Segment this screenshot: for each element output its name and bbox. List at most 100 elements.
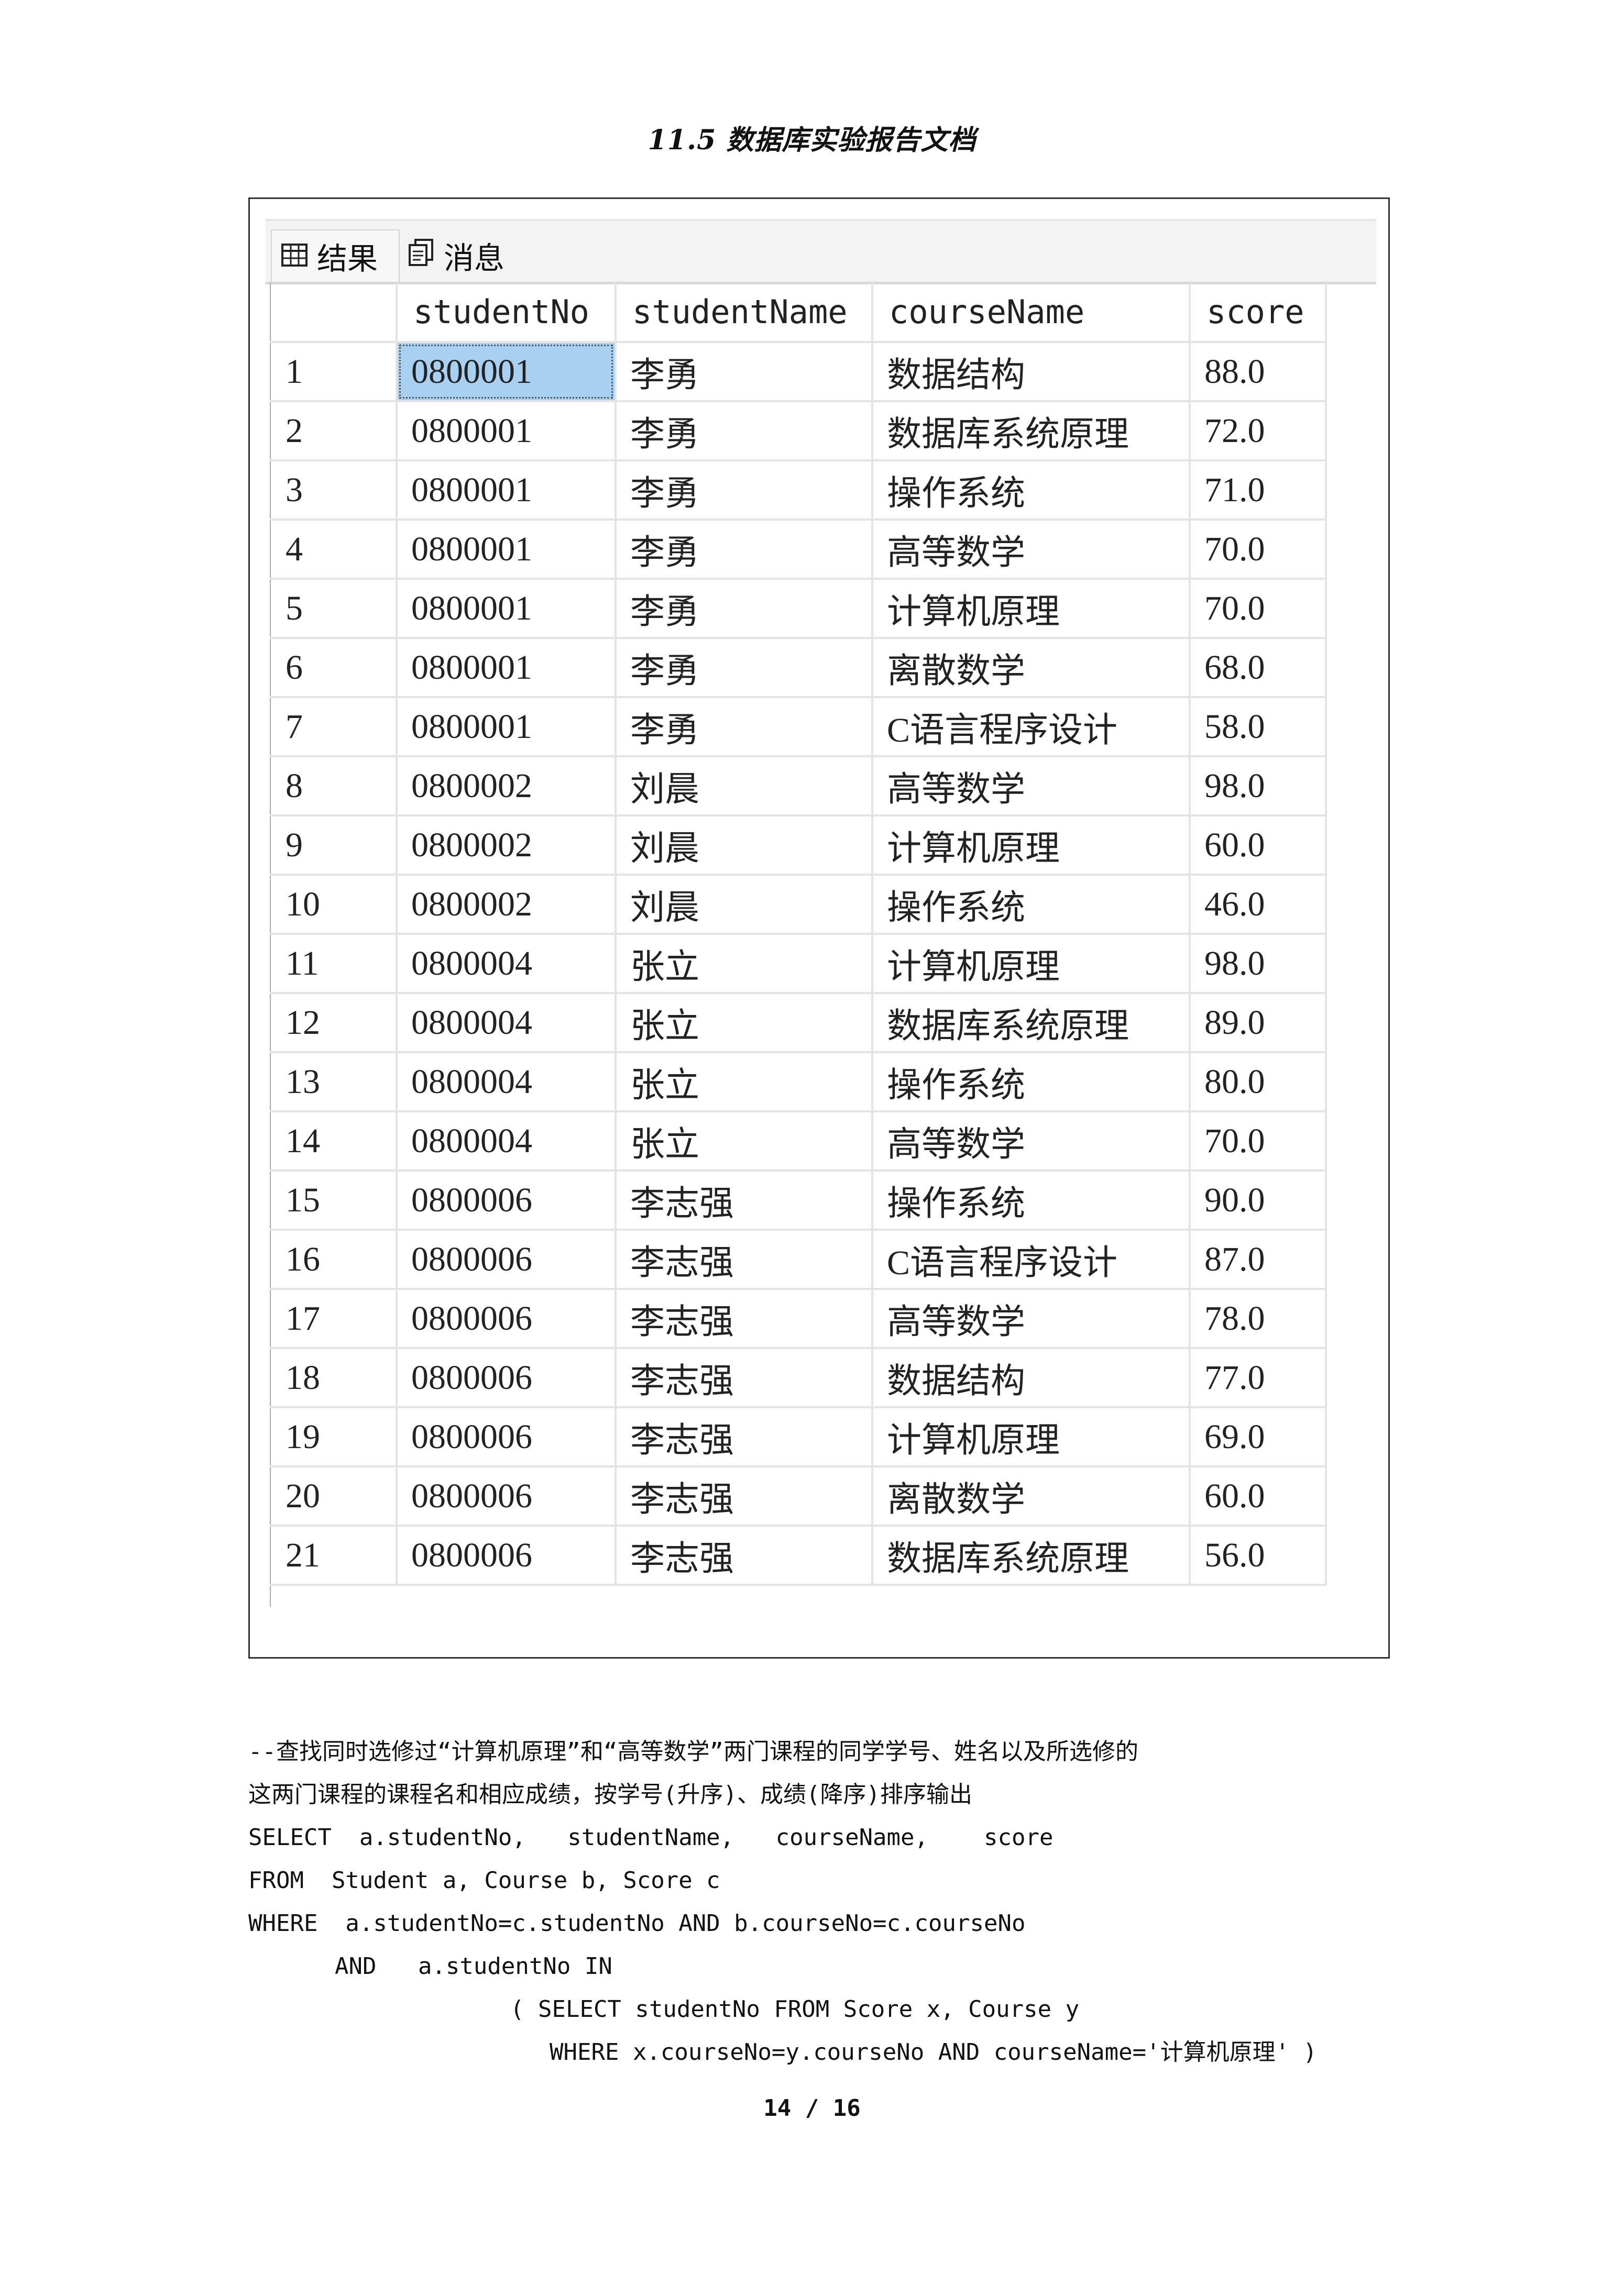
cell-coursename[interactable]: 计算机原理 <box>872 1407 1191 1467</box>
cell-studentname[interactable]: 李勇 <box>616 520 873 580</box>
cell-studentno[interactable]: 0800001 <box>397 460 617 521</box>
table-row[interactable]: 21 0800006 李志强 数据库系统原理 56.0 <box>270 1526 1327 1586</box>
table-row[interactable]: 15 0800006 李志强 操作系统 90.0 <box>270 1171 1327 1231</box>
cell-score[interactable]: 70.0 <box>1190 1111 1327 1172</box>
table-row[interactable]: 13 0800004 张立 操作系统 80.0 <box>270 1052 1327 1112</box>
cell-score[interactable]: 80.0 <box>1190 1052 1327 1112</box>
cell-score[interactable]: 69.0 <box>1190 1407 1327 1467</box>
cell-studentno[interactable]: 0800006 <box>397 1171 617 1231</box>
cell-score[interactable]: 71.0 <box>1190 460 1327 521</box>
cell-studentno[interactable]: 0800004 <box>397 1052 617 1112</box>
cell-studentname[interactable]: 刘晨 <box>616 875 873 935</box>
cell-score[interactable]: 90.0 <box>1190 1171 1327 1231</box>
table-row[interactable]: 8 0800002 刘晨 高等数学 98.0 <box>270 756 1327 816</box>
cell-studentname[interactable]: 李志强 <box>616 1348 873 1408</box>
cell-coursename[interactable]: 操作系统 <box>872 460 1191 521</box>
cell-score[interactable]: 46.0 <box>1190 875 1327 935</box>
table-row[interactable]: 3 0800001 李勇 操作系统 71.0 <box>270 460 1327 521</box>
row-number[interactable]: 1 <box>270 342 398 402</box>
cell-studentname[interactable]: 李勇 <box>616 401 873 461</box>
row-number[interactable]: 7 <box>270 697 398 757</box>
cell-studentno[interactable]: 0800002 <box>397 815 617 876</box>
table-row[interactable]: 2 0800001 李勇 数据库系统原理 72.0 <box>270 401 1327 461</box>
row-number[interactable]: 19 <box>270 1407 398 1467</box>
cell-studentname[interactable]: 李勇 <box>616 697 873 757</box>
column-header-coursename[interactable]: courseName <box>872 283 1191 343</box>
cell-studentno[interactable]: 0800004 <box>397 993 617 1053</box>
table-row[interactable]: 19 0800006 李志强 计算机原理 69.0 <box>270 1407 1327 1467</box>
table-row[interactable]: 11 0800004 张立 计算机原理 98.0 <box>270 934 1327 994</box>
cell-score[interactable]: 68.0 <box>1190 638 1327 698</box>
cell-score[interactable]: 56.0 <box>1190 1526 1327 1586</box>
cell-coursename[interactable]: 计算机原理 <box>872 579 1191 639</box>
cell-studentno[interactable]: 0800006 <box>397 1526 617 1586</box>
cell-score[interactable]: 70.0 <box>1190 520 1327 580</box>
row-number[interactable]: 5 <box>270 579 398 639</box>
cell-studentname[interactable]: 李志强 <box>616 1230 873 1290</box>
cell-studentname[interactable]: 刘晨 <box>616 756 873 816</box>
cell-coursename[interactable]: 高等数学 <box>872 1289 1191 1349</box>
cell-score[interactable]: 78.0 <box>1190 1289 1327 1349</box>
cell-coursename[interactable]: 操作系统 <box>872 1171 1191 1231</box>
cell-coursename[interactable]: 数据库系统原理 <box>872 401 1191 461</box>
table-row[interactable]: 18 0800006 李志强 数据结构 77.0 <box>270 1348 1327 1408</box>
row-number[interactable]: 15 <box>270 1171 398 1231</box>
cell-studentname[interactable]: 李志强 <box>616 1407 873 1467</box>
cell-studentname[interactable]: 李志强 <box>616 1466 873 1527</box>
cell-coursename[interactable]: 计算机原理 <box>872 934 1191 994</box>
cell-coursename[interactable]: 数据库系统原理 <box>872 1526 1191 1586</box>
cell-coursename[interactable]: 数据结构 <box>872 342 1191 402</box>
cell-score[interactable]: 60.0 <box>1190 1466 1327 1527</box>
cell-score[interactable]: 98.0 <box>1190 934 1327 994</box>
column-header-score[interactable]: score <box>1190 283 1327 343</box>
cell-coursename[interactable]: 操作系统 <box>872 875 1191 935</box>
row-number[interactable]: 12 <box>270 993 398 1053</box>
cell-coursename[interactable]: 计算机原理 <box>872 815 1191 876</box>
column-header-studentno[interactable]: studentNo <box>397 283 617 343</box>
cell-coursename[interactable]: C语言程序设计 <box>872 697 1191 757</box>
cell-coursename[interactable]: 高等数学 <box>872 1111 1191 1172</box>
table-row[interactable]: 10 0800002 刘晨 操作系统 46.0 <box>270 875 1327 935</box>
row-number[interactable]: 3 <box>270 460 398 521</box>
cell-score[interactable]: 98.0 <box>1190 756 1327 816</box>
cell-coursename[interactable]: 操作系统 <box>872 1052 1191 1112</box>
cell-studentno[interactable]: 0800006 <box>397 1230 617 1290</box>
cell-score[interactable]: 89.0 <box>1190 993 1327 1053</box>
cell-score[interactable]: 77.0 <box>1190 1348 1327 1408</box>
table-row[interactable]: 9 0800002 刘晨 计算机原理 60.0 <box>270 815 1327 876</box>
table-row[interactable]: 17 0800006 李志强 高等数学 78.0 <box>270 1289 1327 1349</box>
table-row[interactable]: 20 0800006 李志强 离散数学 60.0 <box>270 1466 1327 1527</box>
cell-coursename[interactable]: 高等数学 <box>872 520 1191 580</box>
row-number[interactable]: 14 <box>270 1111 398 1172</box>
cell-studentno[interactable]: 0800001 <box>397 401 617 461</box>
column-header-studentname[interactable]: studentName <box>616 283 873 343</box>
table-row[interactable]: 1 0800001 李勇 数据结构 88.0 <box>270 342 1327 402</box>
row-number[interactable]: 8 <box>270 756 398 816</box>
row-number[interactable]: 17 <box>270 1289 398 1349</box>
cell-coursename[interactable]: 离散数学 <box>872 1466 1191 1527</box>
cell-studentno[interactable]: 0800004 <box>397 1111 617 1172</box>
row-number[interactable]: 20 <box>270 1466 398 1527</box>
table-row[interactable]: 7 0800001 李勇 C语言程序设计 58.0 <box>270 697 1327 757</box>
cell-score[interactable]: 70.0 <box>1190 579 1327 639</box>
row-number[interactable]: 9 <box>270 815 398 876</box>
cell-coursename[interactable]: 离散数学 <box>872 638 1191 698</box>
table-row[interactable]: 5 0800001 李勇 计算机原理 70.0 <box>270 579 1327 639</box>
cell-studentname[interactable]: 李勇 <box>616 638 873 698</box>
table-row[interactable]: 14 0800004 张立 高等数学 70.0 <box>270 1111 1327 1172</box>
table-row[interactable]: 4 0800001 李勇 高等数学 70.0 <box>270 520 1327 580</box>
cell-studentname[interactable]: 张立 <box>616 934 873 994</box>
cell-studentno[interactable]: 0800006 <box>397 1289 617 1349</box>
cell-score[interactable]: 60.0 <box>1190 815 1327 876</box>
tab-messages[interactable]: 消息 <box>400 229 520 282</box>
tab-results[interactable]: 结果 <box>271 229 400 282</box>
row-number[interactable]: 21 <box>270 1526 398 1586</box>
cell-studentname[interactable]: 李志强 <box>616 1526 873 1586</box>
cell-studentno[interactable]: 0800006 <box>397 1348 617 1408</box>
row-number[interactable]: 11 <box>270 934 398 994</box>
cell-studentname[interactable]: 李勇 <box>616 460 873 521</box>
cell-studentname[interactable]: 张立 <box>616 1111 873 1172</box>
cell-studentno[interactable]: 0800001 <box>397 697 617 757</box>
cell-coursename[interactable]: 高等数学 <box>872 756 1191 816</box>
cell-studentno[interactable]: 0800001 <box>397 520 617 580</box>
